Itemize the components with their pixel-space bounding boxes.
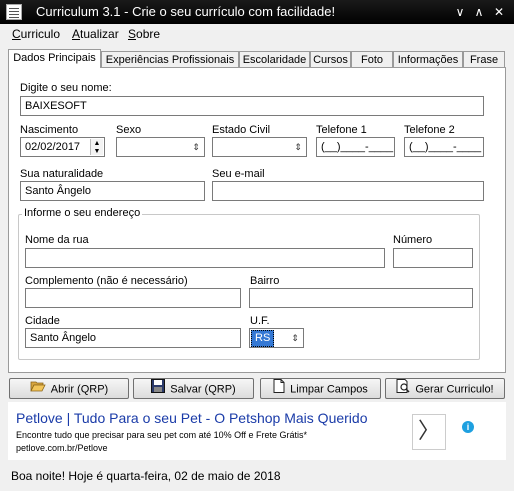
tab-cursos[interactable]: Cursos bbox=[310, 51, 351, 68]
date-spinner[interactable]: ▲ ▼ bbox=[90, 139, 103, 155]
uf-select[interactable]: RS ⇕ bbox=[249, 328, 304, 348]
floppy-disk-icon bbox=[151, 379, 166, 400]
city-label: Cidade bbox=[25, 315, 60, 327]
civil-label: Estado Civil bbox=[212, 124, 271, 136]
birthplace-label: Sua naturalidade bbox=[20, 168, 104, 180]
folder-open-icon bbox=[30, 379, 46, 400]
tab-escolaridade[interactable]: Escolaridade bbox=[239, 51, 310, 68]
menu-sobre[interactable]: Sobre bbox=[128, 27, 160, 41]
window-title: Curriculum 3.1 - Crie o seu currículo co… bbox=[36, 4, 336, 19]
chevron-right-icon[interactable]: 〉 bbox=[412, 414, 446, 450]
info-icon[interactable]: i bbox=[462, 421, 474, 433]
save-button[interactable]: Salvar (QRP) bbox=[133, 378, 254, 399]
restore-icon[interactable]: ∧ bbox=[470, 3, 488, 21]
email-input[interactable] bbox=[212, 181, 484, 201]
street-input[interactable] bbox=[25, 248, 385, 268]
street-label: Nome da rua bbox=[25, 234, 89, 246]
sex-select[interactable]: ⇕ bbox=[116, 137, 205, 157]
ad-title[interactable]: Petlove | Tudo Para o seu Pet - O Petsho… bbox=[16, 410, 368, 426]
chevron-updown-icon: ⇕ bbox=[291, 333, 299, 343]
number-input[interactable] bbox=[393, 248, 473, 268]
status-bar: Boa noite! Hoje é quarta-feira, 02 de ma… bbox=[0, 466, 514, 486]
birthplace-input[interactable]: Santo Ângelo bbox=[20, 181, 205, 201]
name-label: Digite o seu nome: bbox=[20, 82, 112, 94]
menu-accel: A bbox=[72, 27, 81, 41]
status-text: Boa noite! Hoje é quarta-feira, 02 de ma… bbox=[11, 469, 281, 483]
district-label: Bairro bbox=[250, 275, 280, 287]
open-button-label: Abrir (QRP) bbox=[50, 383, 109, 396]
dropdown-icon[interactable]: ∨ bbox=[451, 3, 469, 21]
birth-date-value: 02/02/2017 bbox=[25, 141, 81, 153]
open-button[interactable]: Abrir (QRP) bbox=[9, 378, 129, 399]
generate-resume-button[interactable]: Gerar Curriculo! bbox=[385, 378, 505, 399]
clear-fields-button[interactable]: Limpar Campos bbox=[260, 378, 381, 399]
phone2-label: Telefone 2 bbox=[404, 124, 455, 136]
tab-frase[interactable]: Frase bbox=[463, 51, 505, 68]
ad-url[interactable]: petlove.com.br/Petlove bbox=[16, 443, 108, 453]
tab-informacoes[interactable]: Informações bbox=[393, 51, 463, 68]
city-input[interactable]: Santo Ângelo bbox=[25, 328, 241, 348]
ad-banner[interactable]: Petlove | Tudo Para o seu Pet - O Petsho… bbox=[8, 402, 506, 460]
sex-label: Sexo bbox=[116, 124, 142, 136]
menu-accel: C bbox=[12, 27, 21, 41]
birth-label: Nascimento bbox=[20, 124, 79, 136]
phone1-label: Telefone 1 bbox=[316, 124, 367, 136]
chevron-updown-icon: ⇕ bbox=[294, 142, 302, 152]
tab-experiencias[interactable]: Experiências Profissionais bbox=[101, 51, 239, 68]
menu-bar: Curriculo Atualizar Sobre bbox=[0, 24, 514, 44]
chevron-updown-icon: ⇕ bbox=[192, 142, 200, 152]
menu-curriculo[interactable]: Curriculo bbox=[12, 27, 60, 41]
spin-up-icon[interactable]: ▲ bbox=[91, 139, 103, 147]
app-icon bbox=[6, 4, 22, 20]
preview-icon bbox=[396, 379, 410, 400]
clear-fields-button-label: Limpar Campos bbox=[290, 383, 368, 396]
number-label: Número bbox=[393, 234, 433, 246]
address-group-title: Informe o seu endereço bbox=[22, 207, 143, 219]
district-input[interactable] bbox=[249, 288, 473, 308]
menu-accel: S bbox=[128, 27, 137, 41]
civil-status-select[interactable]: ⇕ bbox=[212, 137, 307, 157]
save-button-label: Salvar (QRP) bbox=[170, 383, 236, 396]
phone1-input[interactable]: (__)____-____ bbox=[316, 137, 395, 157]
birth-date-input[interactable]: 02/02/2017 ▲ ▼ bbox=[20, 137, 105, 157]
menu-label: obre bbox=[136, 27, 161, 41]
phone2-input[interactable]: (__)____-____ bbox=[404, 137, 484, 157]
document-icon bbox=[273, 379, 285, 400]
spin-down-icon[interactable]: ▼ bbox=[91, 147, 103, 155]
tab-dados-principais[interactable]: Dados Principais bbox=[8, 49, 101, 68]
close-icon[interactable]: ✕ bbox=[490, 3, 508, 21]
complement-input[interactable] bbox=[25, 288, 241, 308]
menu-label: tualizar bbox=[80, 27, 119, 41]
uf-label: U.F. bbox=[250, 315, 270, 327]
generate-resume-button-label: Gerar Curriculo! bbox=[415, 383, 494, 396]
email-label: Seu e-mail bbox=[212, 168, 265, 180]
ad-description: Encontre tudo que precisar para seu pet … bbox=[16, 430, 307, 440]
menu-atualizar[interactable]: Atualizar bbox=[72, 27, 119, 41]
complement-label: Complemento (não é necessário) bbox=[25, 275, 188, 287]
name-input[interactable]: BAIXESOFT bbox=[20, 96, 484, 116]
tab-foto[interactable]: Foto bbox=[351, 51, 393, 68]
uf-value: RS bbox=[251, 330, 275, 347]
main-window: Curriculum 3.1 - Crie o seu currículo co… bbox=[0, 0, 514, 491]
title-bar: Curriculum 3.1 - Crie o seu currículo co… bbox=[0, 0, 514, 24]
menu-label: urriculo bbox=[20, 27, 61, 41]
